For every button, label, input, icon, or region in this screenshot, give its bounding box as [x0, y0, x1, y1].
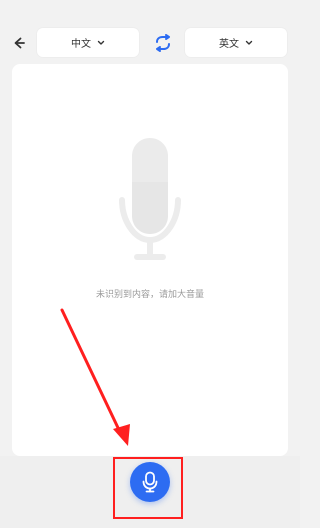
back-arrow-icon	[14, 37, 25, 49]
chevron-down-icon	[97, 40, 105, 45]
source-language-label: 中文	[71, 39, 91, 50]
microphone-icon	[119, 138, 181, 260]
target-language-select[interactable]: 英文	[185, 28, 287, 57]
chevron-down-icon	[245, 40, 253, 45]
swap-languages-button[interactable]	[152, 33, 174, 53]
source-language-select[interactable]: 中文	[37, 28, 139, 57]
target-language-label: 英文	[219, 39, 239, 50]
swap-icon	[156, 34, 170, 52]
back-button[interactable]	[8, 33, 28, 53]
microphone-icon	[142, 471, 158, 493]
record-button[interactable]	[130, 462, 170, 502]
empty-recognition-message: 未识别到内容，请加大音量	[95, 290, 204, 300]
top-bar: 中文 英文	[0, 0, 300, 64]
